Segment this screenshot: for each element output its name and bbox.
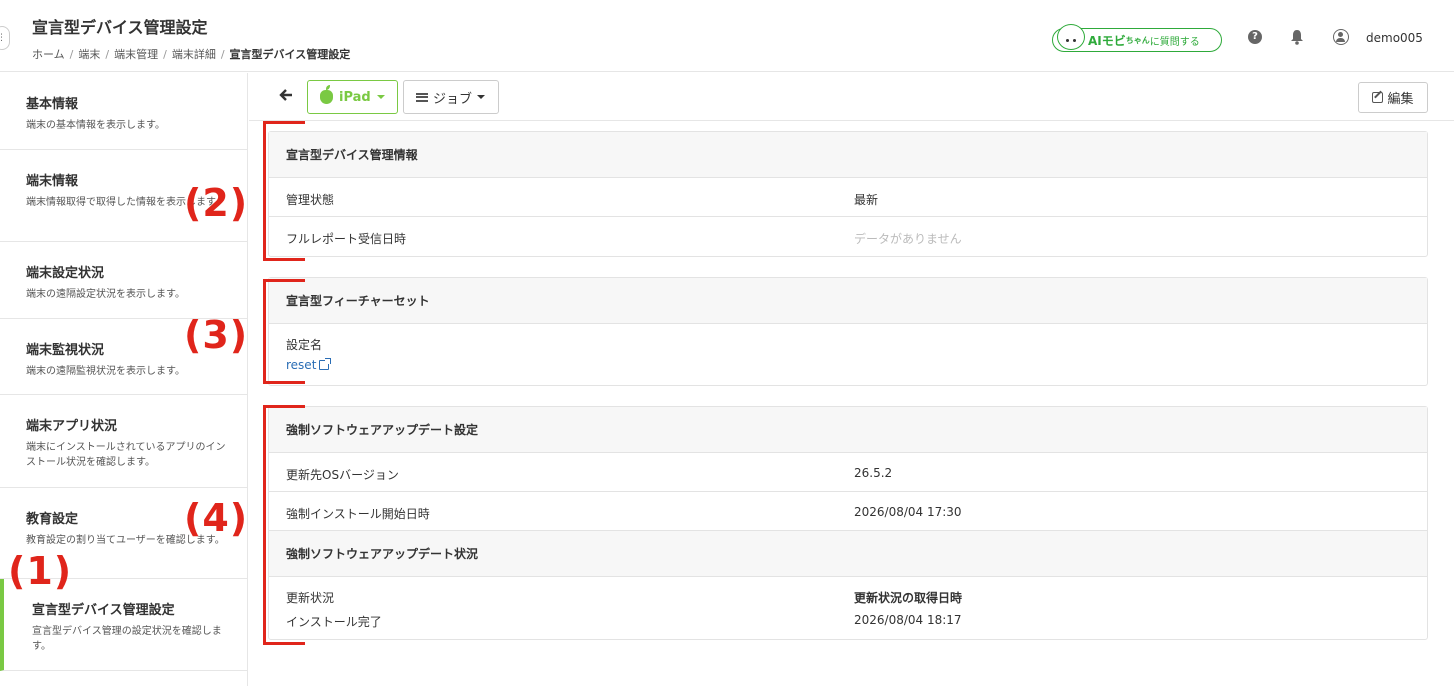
panel-title: 強制ソフトウェアアップデート設定	[269, 407, 1427, 453]
sidebar-item-title: 基本情報	[26, 97, 79, 112]
info-row: フルレポート受信日時 データがありません	[269, 217, 1427, 256]
ai-assistant-button[interactable]: AIモビ ちゃん に質問する	[1052, 24, 1222, 52]
update-status-row: 更新状況 インストール完了 更新状況の取得日時 2026/08/04 18:17	[269, 577, 1427, 639]
breadcrumb-current: 宣言型デバイス管理設定	[229, 48, 351, 61]
chevron-down-icon	[376, 95, 385, 99]
annotation-label-1: (1)	[8, 549, 73, 593]
sidebar: 基本情報 端末の基本情報を表示します。 端末情報 端末情報取得で取得した情報を表…	[0, 73, 248, 686]
status-date-key: 更新状況の取得日時	[854, 591, 963, 605]
edit-button[interactable]: 編集	[1358, 82, 1428, 113]
breadcrumb-device-detail[interactable]: 端末詳細	[172, 48, 216, 61]
breadcrumb-device-management[interactable]: 端末管理	[114, 48, 158, 61]
edit-icon	[1372, 92, 1384, 103]
status-date-value: 2026/08/04 18:17	[854, 613, 962, 627]
row-value: 2026/08/04 17:30	[854, 505, 962, 519]
ai-assistant-suffix: ちゃん	[1125, 35, 1150, 45]
section-subtitle: 強制ソフトウェアアップデート状況	[269, 531, 1427, 577]
back-arrow-icon[interactable]	[279, 87, 293, 106]
sidebar-item-title: 端末アプリ状況	[26, 419, 118, 434]
panel-title: 宣言型フィーチャーセット	[269, 278, 1427, 324]
row-key: 強制インストール開始日時	[286, 507, 430, 521]
info-row: 更新先OSバージョン 26.5.2	[269, 453, 1427, 492]
breadcrumb-home[interactable]: ホーム	[32, 48, 65, 61]
sidebar-item-title: 宣言型デバイス管理設定	[32, 603, 175, 618]
info-row: 管理状態 最新	[269, 178, 1427, 217]
info-row: 強制インストール開始日時 2026/08/04 17:30	[269, 492, 1427, 531]
user-icon[interactable]	[1332, 28, 1350, 46]
chevron-down-icon	[477, 95, 486, 99]
annotation-label-3: (3)	[184, 313, 249, 357]
annotation-label-4: (4)	[184, 496, 249, 540]
annotation-bracket-4	[263, 405, 305, 645]
sidebar-item-basic-info[interactable]: 基本情報 端末の基本情報を表示します。	[0, 73, 248, 150]
sidebar-toggle-handle[interactable]: ⋮	[0, 26, 10, 50]
breadcrumb-device[interactable]: 端末	[78, 48, 100, 61]
annotation-bracket-2	[263, 121, 305, 261]
sidebar-item-desc: 宣言型デバイス管理の設定状況を確認します。	[32, 626, 222, 652]
row-value: 26.5.2	[854, 466, 893, 480]
job-menu-label: ジョブ	[433, 91, 473, 107]
edit-button-label: 編集	[1387, 92, 1414, 107]
job-menu-button[interactable]: ジョブ	[403, 80, 499, 114]
list-icon	[416, 92, 428, 102]
external-link-icon	[319, 358, 332, 370]
sidebar-item-device-apps[interactable]: 端末アプリ状況 端末にインストールされているアプリのインストール状況を確認します…	[0, 395, 248, 488]
feature-set-panel: 宣言型フィーチャーセット 設定名 reset	[268, 277, 1428, 386]
sidebar-item-desc: 端末の遠隔設定状況を表示します。	[26, 289, 185, 300]
row-value: 最新	[854, 193, 879, 207]
annotation-bracket-3	[263, 279, 305, 384]
sidebar-item-device-settings[interactable]: 端末設定状況 端末の遠隔設定状況を表示します。	[0, 242, 248, 319]
toolbar: iPad ジョブ 編集	[249, 73, 1454, 121]
ai-mascot-icon	[1057, 24, 1085, 50]
ddm-info-panel: 宣言型デバイス管理情報 管理状態 最新 フルレポート受信日時 データがありません	[268, 131, 1428, 257]
breadcrumb: ホーム / 端末 / 端末管理 / 端末詳細 / 宣言型デバイス管理設定	[32, 48, 351, 61]
app-header: ⋮ 宣言型デバイス管理設定 ホーム / 端末 / 端末管理 / 端末詳細 / 宣言型デバイス管理…	[0, 0, 1454, 72]
apple-icon	[320, 85, 333, 104]
ai-assistant-label: に質問する	[1149, 36, 1200, 48]
sidebar-item-desc: 端末の遠隔監視状況を表示します。	[26, 366, 185, 377]
device-select-button[interactable]: iPad	[307, 80, 398, 114]
help-icon[interactable]: ?	[1246, 28, 1264, 46]
row-value: データがありません	[854, 232, 962, 246]
annotation-label-2: (2)	[184, 181, 249, 225]
page-title: 宣言型デバイス管理設定	[32, 18, 208, 37]
device-select-label: iPad	[339, 89, 371, 105]
sidebar-item-title: 端末設定状況	[26, 266, 105, 281]
forced-update-panel: 強制ソフトウェアアップデート設定 更新先OSバージョン 26.5.2 強制インス…	[268, 406, 1428, 640]
ai-assistant-name: AIモビ	[1088, 33, 1126, 48]
sidebar-item-desc: 端末の基本情報を表示します。	[26, 120, 165, 131]
bell-icon[interactable]	[1288, 28, 1306, 46]
panel-title: 宣言型デバイス管理情報	[269, 132, 1427, 178]
sidebar-item-desc: 端末にインストールされているアプリのインストール状況を確認します。	[26, 442, 226, 468]
username[interactable]: demo005	[1366, 31, 1423, 45]
